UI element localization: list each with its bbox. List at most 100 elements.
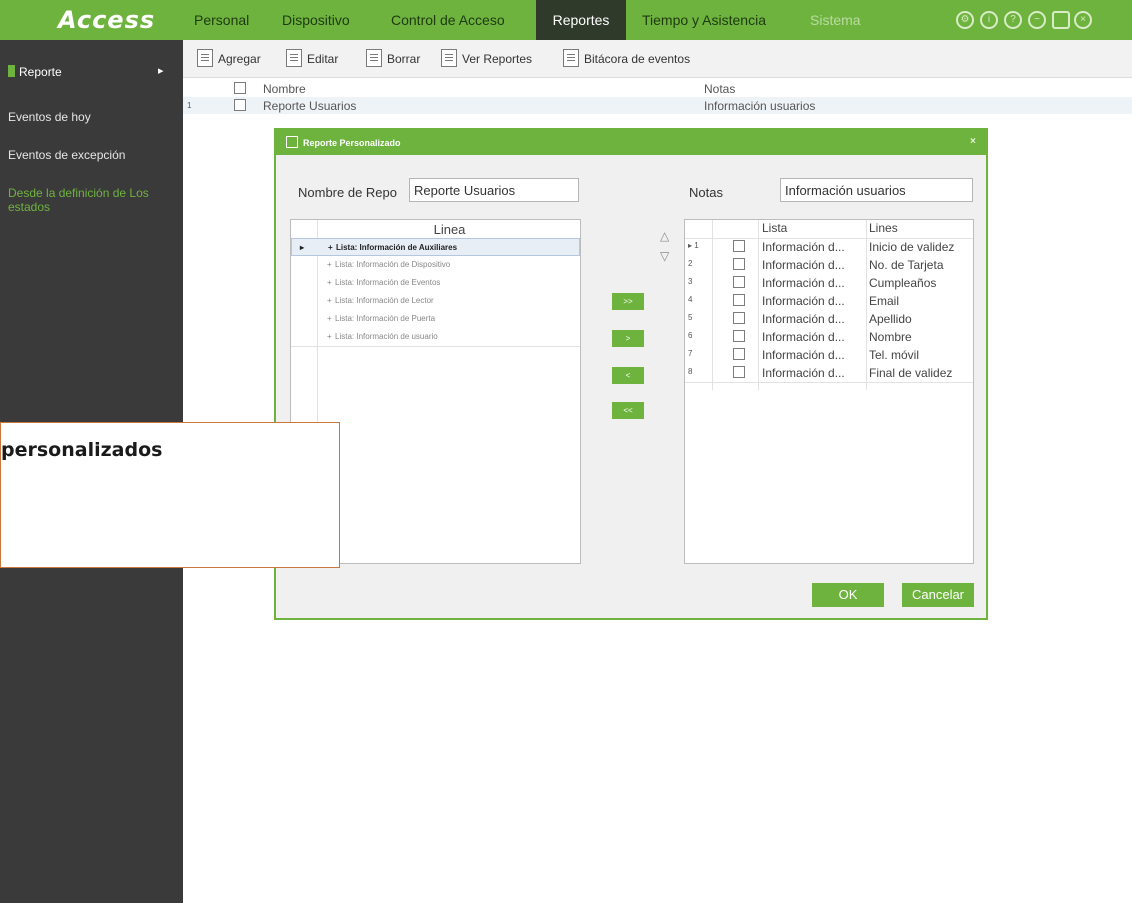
close-icon[interactable]: × bbox=[1074, 11, 1092, 29]
remove-all-button[interactable]: << bbox=[612, 402, 644, 419]
minimize-icon[interactable]: − bbox=[1028, 11, 1046, 29]
row-linea: Final de validez bbox=[869, 366, 953, 380]
row-linea: Nombre bbox=[869, 330, 912, 344]
expand-icon[interactable]: + bbox=[327, 296, 332, 305]
row-index: 4 bbox=[688, 295, 693, 304]
sidebar-header-label: Reporte bbox=[19, 65, 62, 79]
sidebar-item-eventos-de-excepcion[interactable]: Eventos de excepción bbox=[8, 148, 125, 162]
notes-input[interactable] bbox=[780, 178, 973, 202]
row-index: 7 bbox=[688, 349, 693, 358]
list-item[interactable]: + Lista: Información de Eventos bbox=[291, 274, 580, 292]
row-checkbox[interactable] bbox=[733, 348, 745, 360]
row-index: 3 bbox=[688, 277, 693, 286]
view-reports-button-label: Ver Reportes bbox=[462, 52, 533, 66]
expand-arrow-icon[interactable]: ▸ bbox=[158, 64, 164, 77]
row-index: 8 bbox=[688, 367, 693, 376]
nav-sistema[interactable]: Sistema bbox=[810, 0, 861, 40]
list-item-label: Lista: Información de Dispositivo bbox=[335, 260, 451, 269]
nav-dispositivo[interactable]: Dispositivo bbox=[282, 0, 350, 40]
expand-icon[interactable]: + bbox=[327, 332, 332, 341]
column-header-lines: Lines bbox=[869, 221, 898, 235]
table-row[interactable]: ▸ 1 Información d... Inicio de validez bbox=[685, 238, 972, 256]
column-header-nombre[interactable]: Nombre bbox=[263, 82, 306, 96]
dialog-title-bar[interactable]: Reporte Personalizado × bbox=[276, 130, 986, 155]
edit-button-label: Editar bbox=[307, 52, 339, 66]
toolbar: Agregar Editar Borrar Ver Reportes Bitác… bbox=[183, 40, 1132, 78]
row-lista: Información d... bbox=[762, 312, 845, 326]
nav-personal[interactable]: Personal bbox=[194, 0, 249, 40]
report-name-input[interactable] bbox=[409, 178, 579, 202]
callout-text: personalizados bbox=[1, 439, 163, 461]
info-icon[interactable]: i bbox=[980, 11, 998, 29]
row-checkbox[interactable] bbox=[733, 240, 745, 252]
select-all-checkbox[interactable] bbox=[234, 82, 246, 94]
column-header-notas[interactable]: Notas bbox=[704, 82, 735, 96]
expand-icon[interactable]: + bbox=[327, 314, 332, 323]
row-pointer-icon: ▸ bbox=[300, 243, 305, 252]
list-item-label: Lista: Información de Auxiliares bbox=[336, 243, 458, 252]
table-row[interactable]: 7 Información d... Tel. móvil bbox=[685, 346, 972, 364]
event-log-button-label: Bitácora de eventos bbox=[584, 52, 691, 66]
nav-reportes[interactable]: Reportes bbox=[536, 0, 626, 40]
table-row[interactable]: 2 Información d... No. de Tarjeta bbox=[685, 256, 972, 274]
add-selected-button[interactable]: > bbox=[612, 330, 644, 347]
trash-icon bbox=[366, 49, 382, 67]
remove-selected-button[interactable]: < bbox=[612, 367, 644, 384]
help-icon[interactable]: ? bbox=[1004, 11, 1022, 29]
sidebar-item-eventos-de-hoy[interactable]: Eventos de hoy bbox=[8, 110, 91, 124]
row-nombre: Reporte Usuarios bbox=[263, 99, 357, 113]
row-checkbox[interactable] bbox=[733, 276, 745, 288]
row-checkbox[interactable] bbox=[234, 99, 246, 111]
cancel-button[interactable]: Cancelar bbox=[902, 583, 974, 607]
move-down-icon[interactable]: ▽ bbox=[660, 249, 669, 263]
row-checkbox[interactable] bbox=[733, 366, 745, 378]
selected-lines-table: Lista Lines ▸ 1 Información d... Inicio … bbox=[684, 219, 974, 564]
gear-icon[interactable]: ⚙ bbox=[956, 11, 974, 29]
nav-tiempo-y-asistencia[interactable]: Tiempo y Asistencia bbox=[642, 0, 766, 40]
app-logo: Access bbox=[58, 6, 156, 34]
dialog-close-icon[interactable]: × bbox=[970, 136, 976, 147]
row-checkbox[interactable] bbox=[733, 330, 745, 342]
list-item[interactable]: ▸ + Lista: Información de Auxiliares bbox=[291, 238, 580, 256]
sidebar-header-reporte[interactable]: Reporte ▸ bbox=[0, 58, 183, 88]
list-item[interactable]: + Lista: Información de Dispositivo bbox=[291, 256, 580, 274]
move-up-icon[interactable]: △ bbox=[660, 229, 669, 243]
row-lista: Información d... bbox=[762, 258, 845, 272]
table-row[interactable]: 8 Información d... Final de validez bbox=[685, 364, 972, 382]
list-item[interactable]: + Lista: Información de Lector bbox=[291, 292, 580, 310]
expand-icon[interactable]: + bbox=[327, 260, 332, 269]
expand-icon[interactable]: + bbox=[327, 278, 332, 287]
row-lista: Información d... bbox=[762, 330, 845, 344]
row-linea: Apellido bbox=[869, 312, 912, 326]
add-icon bbox=[197, 49, 213, 67]
row-index: 1 bbox=[187, 101, 192, 110]
table-row[interactable]: 5 Información d... Apellido bbox=[685, 310, 972, 328]
row-linea: Email bbox=[869, 294, 900, 308]
list-item[interactable]: + Lista: Información de Puerta bbox=[291, 310, 580, 328]
row-checkbox[interactable] bbox=[733, 312, 745, 324]
expand-icon[interactable]: + bbox=[328, 243, 333, 252]
table-row[interactable]: 3 Información d... Cumpleaños bbox=[685, 274, 972, 292]
add-all-button[interactable]: >> bbox=[612, 293, 644, 310]
report-icon bbox=[286, 136, 298, 148]
annotation-callout: personalizados bbox=[0, 422, 340, 568]
edit-icon bbox=[286, 49, 302, 67]
column-header-lista: Lista bbox=[762, 221, 788, 235]
notes-label: Notas bbox=[689, 185, 723, 200]
row-checkbox[interactable] bbox=[733, 258, 745, 270]
list-item-label: Lista: Información de Puerta bbox=[335, 314, 436, 323]
row-linea: Cumpleaños bbox=[869, 276, 937, 290]
nav-control-de-acceso[interactable]: Control de Acceso bbox=[391, 0, 505, 40]
ok-button[interactable]: OK bbox=[812, 583, 884, 607]
sidebar-item-definicion-estados[interactable]: Desde la definición de Los estados bbox=[8, 186, 178, 214]
list-item[interactable]: + Lista: Información de usuario bbox=[291, 328, 580, 346]
row-lista: Información d... bbox=[762, 276, 845, 290]
top-navigation-bar: Access Personal Dispositivo Control de A… bbox=[0, 0, 1132, 40]
maximize-icon[interactable] bbox=[1052, 11, 1070, 29]
table-row[interactable]: 4 Información d... Email bbox=[685, 292, 972, 310]
table-row[interactable]: 1 Reporte Usuarios Información usuarios bbox=[183, 97, 1132, 114]
row-index: 6 bbox=[688, 331, 693, 340]
table-row[interactable]: 6 Información d... Nombre bbox=[685, 328, 972, 346]
list-item-label: Lista: Información de Eventos bbox=[335, 278, 441, 287]
row-checkbox[interactable] bbox=[733, 294, 745, 306]
